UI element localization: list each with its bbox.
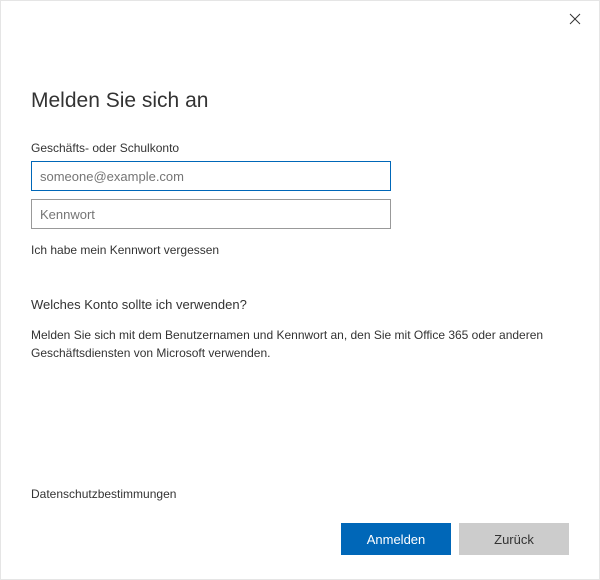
password-field[interactable] — [31, 199, 391, 229]
privacy-link[interactable]: Datenschutzbestimmungen — [31, 487, 176, 501]
account-type-label: Geschäfts- oder Schulkonto — [31, 141, 569, 155]
back-button[interactable]: Zurück — [459, 523, 569, 555]
help-text: Melden Sie sich mit dem Benutzernamen un… — [31, 326, 569, 362]
close-icon — [569, 12, 581, 30]
button-row: Anmelden Zurück — [341, 523, 569, 555]
email-field[interactable] — [31, 161, 391, 191]
signin-button[interactable]: Anmelden — [341, 523, 451, 555]
page-title: Melden Sie sich an — [31, 89, 569, 113]
forgot-password-link[interactable]: Ich habe mein Kennwort vergessen — [31, 243, 219, 257]
close-button[interactable] — [563, 9, 587, 33]
which-account-heading: Welches Konto sollte ich verwenden? — [31, 297, 569, 312]
signin-form: Melden Sie sich an Geschäfts- oder Schul… — [1, 89, 599, 362]
